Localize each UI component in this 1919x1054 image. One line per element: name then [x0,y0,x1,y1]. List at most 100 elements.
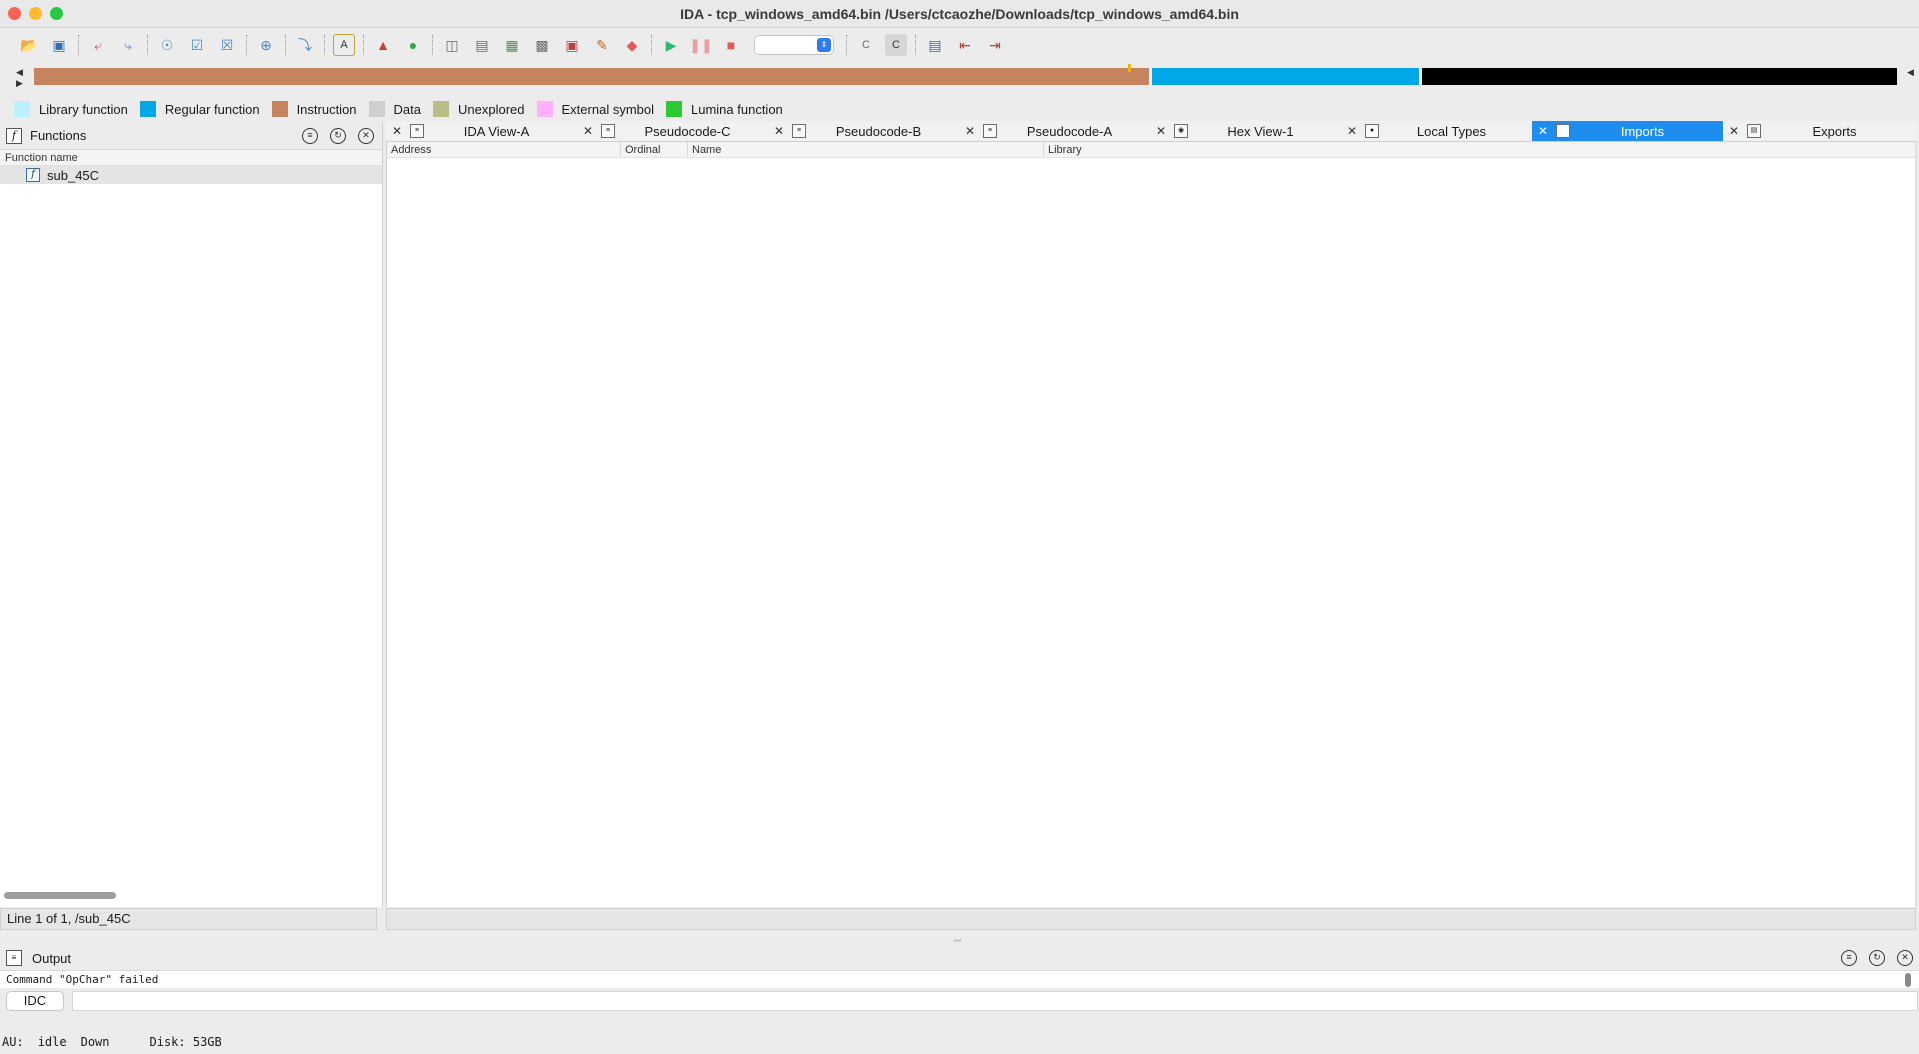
column-header-ordinal[interactable]: Ordinal [621,142,688,158]
nav-segment-regular [1152,68,1419,85]
edit-icon[interactable]: ▣ [561,34,583,56]
outdent-icon[interactable]: ⇥ [984,34,1006,56]
toolbar-separator [147,35,148,55]
close-icon[interactable]: ✕ [1536,124,1550,138]
toolbar-separator [285,35,286,55]
tab-ida-view-a[interactable]: ✕ ≡ IDA View-A [386,121,577,141]
breakpoint-icon[interactable]: ✎ [591,34,613,56]
legend-swatch [14,101,30,117]
list-icon[interactable]: ▤ [471,34,493,56]
output-panel-title: Output [32,950,72,966]
panel-float-button[interactable]: ↻ [330,127,346,144]
tab-pseudocode-c[interactable]: ✕ ≡ Pseudocode-C [577,121,768,141]
panel-splitter[interactable]: ••• [0,938,1919,945]
main-view-status [386,908,1916,930]
panel-menu-button[interactable]: ≡ [302,127,318,144]
legend-swatch [139,101,156,117]
run-icon[interactable]: ● [402,34,424,56]
jump-forward-icon[interactable]: ⤷ [117,34,139,56]
output-icon: ≡ [6,950,22,966]
navigation-band[interactable]: ◀ ▶ ◀ [0,62,1919,92]
function-row[interactable]: f sub_45C [0,166,382,184]
command-input[interactable] [72,991,1918,1011]
struct-icon[interactable]: ▦ [501,34,523,56]
imports-table-header: Address Ordinal Name Library [387,142,1917,158]
search-direction[interactable]: Down [81,1035,110,1049]
idc-language-button[interactable]: IDC [6,991,64,1011]
close-icon[interactable]: ✕ [963,124,977,138]
disk-space: Disk: 53GB [149,1035,222,1049]
panel-menu-button[interactable]: ≡ [1841,950,1857,966]
tab-imports[interactable]: ✕ ▤ Imports [1532,121,1723,141]
toolbar-separator [246,35,247,55]
graph-icon[interactable]: ▲ [372,34,394,56]
hex-icon: ◉ [1174,124,1188,138]
close-icon[interactable]: ✕ [1727,124,1741,138]
panel-close-button[interactable]: ✕ [1897,950,1913,966]
au-label: AU: [2,1035,24,1049]
jump-back-icon[interactable]: ⤶ [87,34,109,56]
nav-left-arrow-icon[interactable]: ◀ ▶ [16,67,23,89]
splitter-grip-icon[interactable]: ••• [954,938,961,945]
search-text-icon[interactable]: ☑ [186,34,208,56]
function-name-column-header[interactable]: Function name [0,150,382,166]
segments-icon[interactable]: ◫ [441,34,463,56]
panel-close-button[interactable]: ✕ [358,127,374,144]
imports-icon: ▤ [1556,124,1570,138]
start-icon[interactable]: ▶ [660,34,682,56]
legend-item-instruction: Instruction [271,101,357,117]
indent-icon[interactable]: ⇤ [954,34,976,56]
stop-icon[interactable]: ■ [720,34,742,56]
legend-swatch [368,101,385,117]
close-icon[interactable]: ✕ [1345,124,1359,138]
add-icon[interactable]: ⊕ [255,34,277,56]
function-name: sub_45C [47,167,100,183]
column-header-address[interactable]: Address [387,142,621,158]
open-icon[interactable]: 📂 [18,34,40,56]
stop-sign-icon[interactable]: ◆ [621,34,643,56]
close-icon[interactable]: ✕ [772,124,786,138]
pseudocode-icon: ≡ [792,124,806,138]
search-binary-icon[interactable]: ☒ [216,34,238,56]
patch-icon[interactable]: ▩ [531,34,553,56]
tab-exports[interactable]: ✕ ▤ Exports [1723,121,1916,141]
function-icon: f [26,168,40,182]
legend-item-data: Data [368,101,421,117]
tab-pseudocode-a[interactable]: ✕ ≡ Pseudocode-A [959,121,1150,141]
legend-swatch [433,101,450,117]
search-icon[interactable]: ☉ [156,34,178,56]
listing-icon: ≡ [410,124,424,138]
tab-pseudocode-b[interactable]: ✕ ≡ Pseudocode-B [768,121,959,141]
output-scrollbar[interactable] [1905,973,1911,987]
panel-buttons: ≡ ↻ ✕ [1841,950,1913,966]
tab-local-types[interactable]: ✕ ● Local Types [1341,121,1532,141]
vertical-scrollbar[interactable] [1915,142,1917,907]
save-icon[interactable]: ▣ [48,34,70,56]
pause-icon[interactable]: ❚❚ [689,34,712,56]
text-icon[interactable]: A [333,34,355,56]
title-bar: IDA - tcp_windows_amd64.bin /Users/ctcao… [0,0,1919,28]
debugger-select[interactable]: ⇕ [754,35,834,55]
next-icon[interactable]: ⤵ [294,34,316,56]
panel-buttons: ≡ ↻ ✕ [302,127,374,144]
column-header-library[interactable]: Library [1044,142,1912,158]
close-icon[interactable]: ✕ [581,124,595,138]
window-icon[interactable]: ▤ [924,34,946,56]
panel-float-button[interactable]: ↻ [1869,950,1885,966]
functions-panel-title: Functions [30,128,87,143]
window-title: IDA - tcp_windows_amd64.bin /Users/ctcao… [680,6,1239,22]
legend-item-external: External symbol [536,101,654,117]
toolbar-separator [78,35,79,55]
horizontal-scrollbar[interactable] [4,892,116,899]
nav-right-arrow-icon[interactable]: ◀ [1907,67,1914,78]
navigation-track[interactable] [34,62,1898,92]
code-icon[interactable]: C [855,34,877,56]
tab-hex-view-1[interactable]: ✕ ◉ Hex View-1 [1150,121,1341,141]
close-icon[interactable]: ✕ [1154,124,1168,138]
code-mode-icon[interactable]: C [885,34,907,56]
legend-item-unexplored: Unexplored [433,101,525,117]
toolbar-separator [432,35,433,55]
functions-status: Line 1 of 1, /sub_45C [0,908,377,930]
close-icon[interactable]: ✕ [390,124,404,138]
column-header-name[interactable]: Name [688,142,1044,158]
